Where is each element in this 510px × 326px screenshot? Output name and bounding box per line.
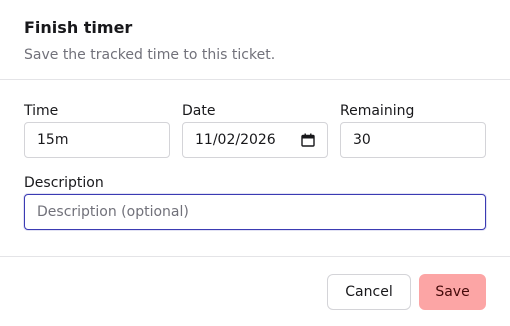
time-field-group: Time 15m (24, 102, 170, 158)
fields-row: Time 15m Date 11/02/2026 Remaining 30 (24, 102, 486, 158)
date-label: Date (182, 103, 216, 119)
date-value: 11/02/2026 (195, 132, 276, 148)
description-label: Description (24, 175, 104, 191)
description-placeholder: Description (optional) (37, 204, 189, 220)
time-label: Time (24, 103, 59, 119)
date-field-group: Date 11/02/2026 (182, 102, 328, 158)
finish-timer-dialog: Finish timer Save the tracked time to th… (0, 0, 510, 326)
save-button[interactable]: Save (419, 274, 486, 310)
time-input[interactable]: 15m (24, 122, 170, 158)
date-input[interactable]: 11/02/2026 (182, 122, 328, 158)
dialog-subtitle: Save the tracked time to this ticket. (24, 47, 276, 63)
remaining-label: Remaining (340, 103, 415, 119)
description-field-group: Description Description (optional) (24, 174, 486, 230)
description-input[interactable]: Description (optional) (24, 194, 486, 230)
dialog-title: Finish timer (24, 18, 133, 37)
remaining-value: 30 (353, 132, 371, 148)
dialog-body: Time 15m Date 11/02/2026 Remaining 30 De… (0, 80, 510, 257)
remaining-input[interactable]: 30 (340, 122, 486, 158)
remaining-field-group: Remaining 30 (340, 102, 486, 158)
calendar-icon[interactable] (301, 133, 315, 147)
cancel-button[interactable]: Cancel (327, 274, 411, 310)
dialog-header: Finish timer Save the tracked time to th… (0, 0, 510, 80)
dialog-footer: Cancel Save (0, 257, 510, 310)
time-value: 15m (37, 132, 69, 148)
